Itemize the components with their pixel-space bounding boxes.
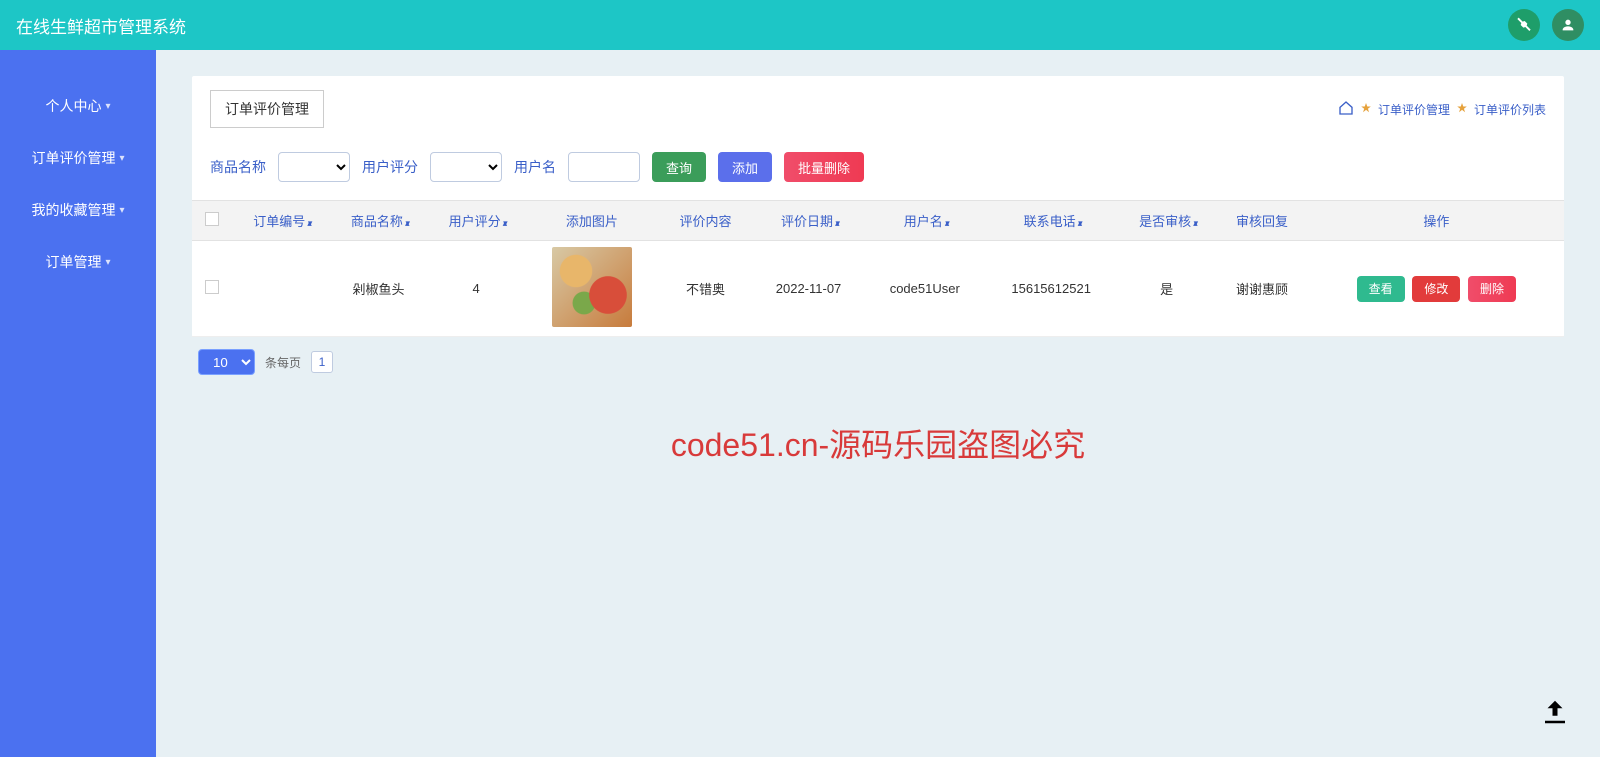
table-row: 剁椒鱼头 4 不错奥 2022-11-07 code51User 1561561… [192, 241, 1564, 337]
add-button[interactable]: 添加 [718, 152, 772, 182]
row-checkbox[interactable] [205, 280, 219, 294]
chevron-down-icon: ▾ [105, 101, 110, 112]
filter-product-select[interactable] [278, 152, 350, 182]
delete-button[interactable]: 删除 [1468, 276, 1516, 302]
chevron-down-icon: ▾ [105, 257, 110, 268]
star-icon [1456, 102, 1468, 117]
filter-product-label: 商品名称 [210, 157, 266, 177]
chevron-down-icon: ▾ [119, 153, 124, 164]
col-ops: 操作 [1309, 201, 1564, 241]
upload-icon[interactable] [1540, 697, 1570, 727]
content-card: 订单评价管理 订单评价管理 订单评价列表 商品名称 用户评分 用户名 查询 添加 [192, 76, 1564, 337]
per-page-label: 条每页 [265, 354, 301, 371]
bulk-delete-button[interactable]: 批量删除 [784, 152, 864, 182]
app-title: 在线生鲜超市管理系统 [16, 13, 186, 38]
table-header-row: 订单编号 商品名称 用户评分 添加图片 评价内容 评价日期 用户名 联系电话 是… [192, 201, 1564, 241]
view-button[interactable]: 查看 [1357, 276, 1405, 302]
col-order-no[interactable]: 订单编号 [232, 201, 330, 241]
sidebar-item-orders[interactable]: 订单管理▾ [0, 236, 156, 288]
filter-bar: 商品名称 用户评分 用户名 查询 添加 批量删除 [192, 142, 1564, 200]
cell-order-no [232, 241, 330, 337]
col-product[interactable]: 商品名称 [330, 201, 428, 241]
cell-user: code51User [865, 241, 985, 337]
col-date[interactable]: 评价日期 [752, 201, 865, 241]
col-rating[interactable]: 用户评分 [427, 201, 525, 241]
edit-button[interactable]: 修改 [1412, 276, 1460, 302]
page-number[interactable]: 1 [311, 351, 333, 373]
page-size-select[interactable]: 10 [198, 349, 255, 375]
star-icon [1360, 102, 1372, 117]
chevron-down-icon: ▾ [119, 205, 124, 216]
cell-rating: 4 [427, 241, 525, 337]
select-all-checkbox[interactable] [205, 212, 219, 226]
filter-user-label: 用户名 [514, 157, 556, 177]
tools-icon[interactable] [1508, 9, 1540, 41]
filter-rating-label: 用户评分 [362, 157, 418, 177]
breadcrumb-item[interactable]: 订单评价列表 [1474, 101, 1546, 118]
sidebar: 个人中心▾ 订单评价管理▾ 我的收藏管理▾ 订单管理▾ [0, 50, 156, 757]
reviews-table: 订单编号 商品名称 用户评分 添加图片 评价内容 评价日期 用户名 联系电话 是… [192, 200, 1564, 337]
cell-product: 剁椒鱼头 [330, 241, 428, 337]
cell-date: 2022-11-07 [752, 241, 865, 337]
cell-content: 不错奥 [659, 241, 752, 337]
col-user[interactable]: 用户名 [865, 201, 985, 241]
user-icon[interactable] [1552, 9, 1584, 41]
filter-rating-select[interactable] [430, 152, 502, 182]
review-image[interactable] [552, 247, 632, 327]
breadcrumb-item[interactable]: 订单评价管理 [1378, 101, 1450, 118]
breadcrumb: 订单评价管理 订单评价列表 [1338, 100, 1546, 119]
topbar: 在线生鲜超市管理系统 [0, 0, 1600, 50]
watermark: code51.cn-源码乐园盗图必究 [671, 420, 1085, 466]
filter-user-input[interactable] [568, 152, 640, 182]
home-icon[interactable] [1338, 100, 1354, 119]
cell-ops: 查看 修改 删除 [1309, 241, 1564, 337]
col-phone[interactable]: 联系电话 [985, 201, 1118, 241]
col-content[interactable]: 评价内容 [659, 201, 752, 241]
sidebar-item-reviews[interactable]: 订单评价管理▾ [0, 132, 156, 184]
sidebar-item-profile[interactable]: 个人中心▾ [0, 80, 156, 132]
col-reply[interactable]: 审核回复 [1215, 201, 1308, 241]
cell-reviewed: 是 [1118, 241, 1216, 337]
pager: 10 条每页 1 [192, 349, 1564, 375]
col-reviewed[interactable]: 是否审核 [1118, 201, 1216, 241]
cell-reply: 谢谢惠顾 [1215, 241, 1308, 337]
col-image[interactable]: 添加图片 [525, 201, 659, 241]
page-title[interactable]: 订单评价管理 [210, 90, 324, 128]
sidebar-item-favorites[interactable]: 我的收藏管理▾ [0, 184, 156, 236]
search-button[interactable]: 查询 [652, 152, 706, 182]
cell-phone: 15615612521 [985, 241, 1118, 337]
